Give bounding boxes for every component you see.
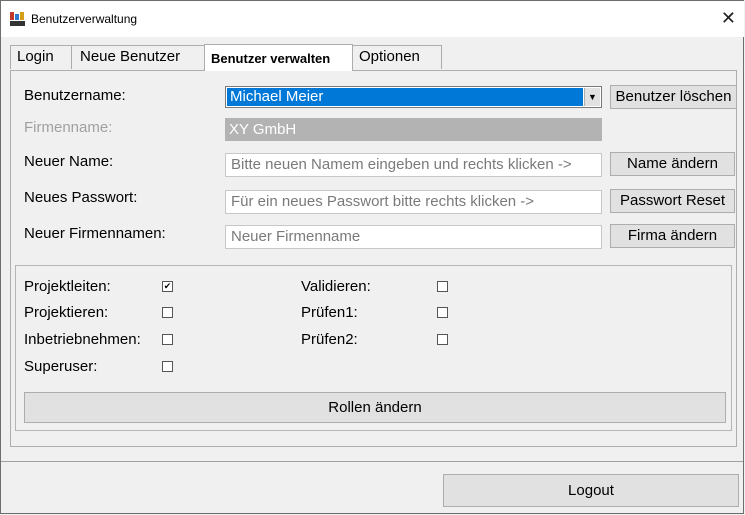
company-label: Firmenname: (24, 119, 113, 136)
rename-button[interactable]: Name ändern (610, 152, 735, 176)
tab-benutzer-verwalten[interactable]: Benutzer verwalten (204, 44, 353, 71)
role-checkbox-projektleiten[interactable]: ✔ (162, 281, 173, 292)
username-label: Benutzername: (24, 87, 126, 104)
delete-user-button[interactable]: Benutzer löschen (610, 85, 737, 109)
role-label-inbetriebnehmen: Inbetriebnehmen: (24, 331, 141, 348)
new-company-label: Neuer Firmennamen: (24, 225, 166, 242)
role-label-superuser: Superuser: (24, 358, 98, 375)
role-label-validieren: Validieren: (301, 278, 371, 295)
new-name-input[interactable]: Bitte neuen Namem eingeben und rechts kl… (225, 153, 602, 177)
role-checkbox-superuser[interactable] (162, 361, 173, 372)
app-icon (10, 12, 25, 26)
new-password-label: Neues Passwort: (24, 189, 138, 206)
role-checkbox-projektieren[interactable] (162, 307, 173, 318)
close-icon[interactable]: ✕ (721, 9, 736, 27)
title-bar: Benutzerverwaltung ✕ (1, 1, 744, 37)
change-roles-button[interactable]: Rollen ändern (24, 392, 726, 423)
logout-button[interactable]: Logout (443, 474, 739, 507)
company-change-button[interactable]: Firma ändern (610, 224, 735, 248)
role-checkbox-pruefen1[interactable] (437, 307, 448, 318)
role-label-projektleiten: Projektleiten: (24, 278, 111, 295)
divider (1, 461, 743, 462)
role-checkbox-pruefen2[interactable] (437, 334, 448, 345)
role-checkbox-inbetriebnehmen[interactable] (162, 334, 173, 345)
role-label-pruefen2: Prüfen2: (301, 331, 358, 348)
check-icon: ✔ (163, 281, 172, 291)
role-label-projektieren: Projektieren: (24, 304, 109, 321)
new-company-input[interactable]: Neuer Firmenname (225, 225, 602, 249)
new-password-input[interactable]: Für ein neues Passwort bitte rechts klic… (225, 190, 602, 214)
username-select[interactable]: Michael Meier ▼ (225, 86, 602, 108)
new-name-label: Neuer Name: (24, 153, 114, 170)
company-field: XY GmbH (225, 118, 602, 141)
tab-login[interactable]: Login (10, 45, 72, 69)
username-select-value: Michael Meier (227, 88, 583, 106)
tab-neue-benutzer[interactable]: Neue Benutzer (71, 45, 205, 69)
role-checkbox-validieren[interactable] (437, 281, 448, 292)
role-label-pruefen1: Prüfen1: (301, 304, 358, 321)
tab-optionen[interactable]: Optionen (352, 45, 442, 69)
chevron-down-icon[interactable]: ▼ (584, 88, 600, 106)
window-title: Benutzerverwaltung (31, 12, 138, 26)
password-reset-button[interactable]: Passwort Reset (610, 189, 735, 213)
